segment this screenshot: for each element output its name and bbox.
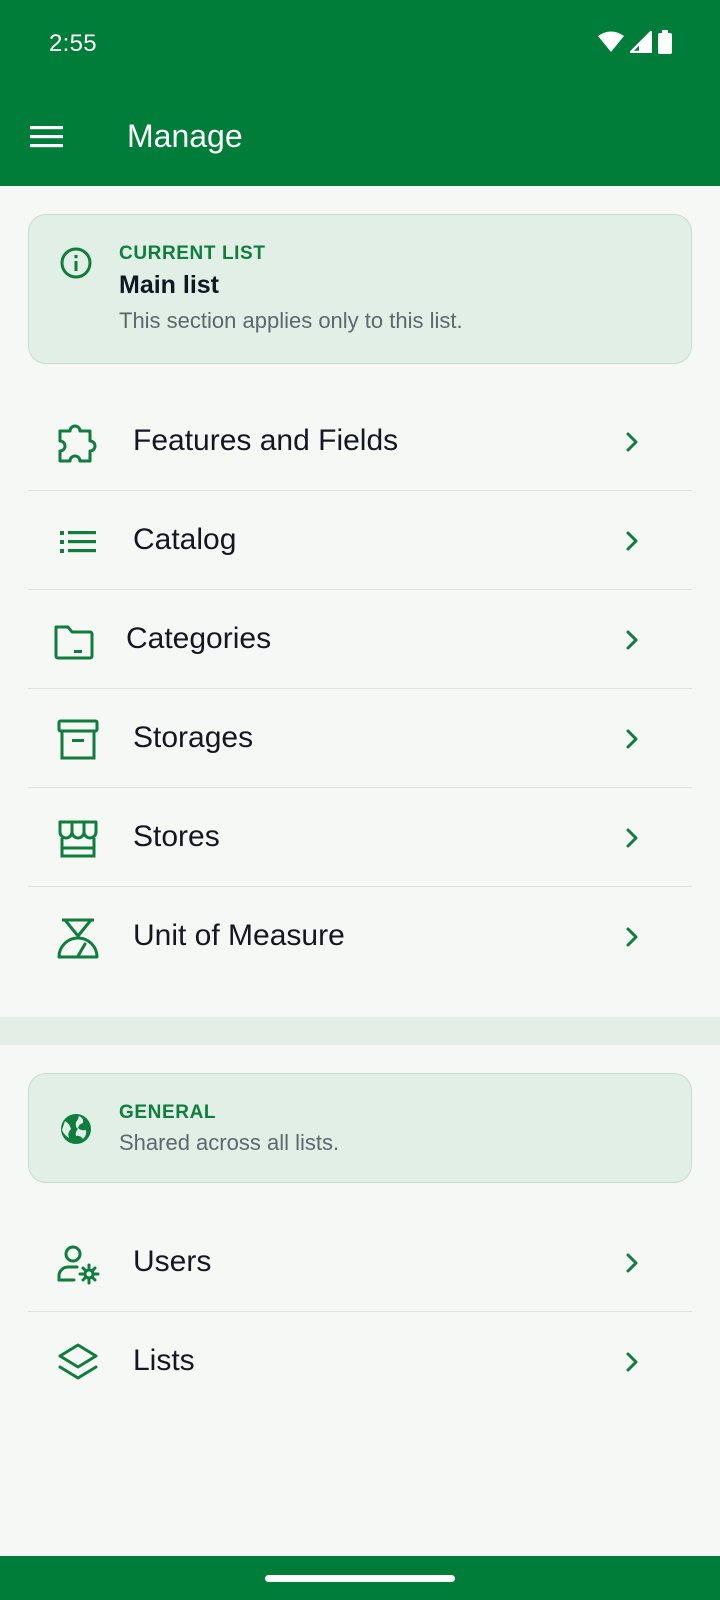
menu-item-label: Categories bbox=[126, 622, 272, 655]
puzzle-icon bbox=[58, 424, 97, 463]
store-icon bbox=[58, 820, 98, 858]
section-divider bbox=[0, 1017, 720, 1045]
layers-icon bbox=[58, 1343, 98, 1380]
scale-icon bbox=[57, 918, 99, 959]
card-eyebrow: GENERAL bbox=[119, 1102, 217, 1123]
menu-item-label: Catalog bbox=[133, 523, 237, 556]
menu-item-storages[interactable]: Storages bbox=[28, 689, 692, 788]
status-time: 2:55 bbox=[49, 30, 97, 57]
info-icon bbox=[60, 247, 92, 279]
menu-item-catalog[interactable]: Catalog bbox=[28, 491, 692, 590]
menu-item-stores[interactable]: Stores bbox=[28, 788, 692, 887]
system-navigation-bar bbox=[0, 1556, 720, 1600]
menu-item-unit-of-measure[interactable]: Unit of Measure bbox=[28, 887, 692, 986]
battery-icon bbox=[658, 30, 672, 54]
chevron-right-icon bbox=[626, 927, 638, 947]
menu-item-label: Stores bbox=[133, 820, 220, 853]
home-gesture-handle[interactable] bbox=[265, 1575, 455, 1582]
status-icons bbox=[598, 30, 672, 54]
wifi-icon bbox=[598, 31, 624, 52]
menu-item-label: Unit of Measure bbox=[133, 919, 345, 952]
menu-item-label: Storages bbox=[133, 721, 254, 754]
card-eyebrow: CURRENT LIST bbox=[119, 243, 266, 264]
menu-item-label: Features and Fields bbox=[133, 424, 399, 457]
menu-item-features-and-fields[interactable]: Features and Fields bbox=[28, 392, 692, 491]
chevron-right-icon bbox=[626, 531, 638, 551]
current-list-card: CURRENT LIST Main list This section appl… bbox=[28, 214, 692, 364]
card-subtitle: This section applies only to this list. bbox=[119, 308, 463, 333]
app-bar: Manage bbox=[0, 90, 720, 186]
menu-item-categories[interactable]: Categories bbox=[28, 590, 692, 689]
general-card: GENERAL Shared across all lists. bbox=[28, 1073, 692, 1183]
chevron-right-icon bbox=[626, 1253, 638, 1273]
list-icon bbox=[60, 531, 96, 553]
current-list-name: Main list bbox=[119, 271, 220, 299]
chevron-right-icon bbox=[626, 630, 638, 650]
menu-item-lists[interactable]: Lists bbox=[28, 1312, 692, 1411]
folder-icon bbox=[54, 625, 94, 660]
globe-icon bbox=[61, 1114, 91, 1144]
menu-button[interactable] bbox=[30, 120, 70, 156]
status-bar: 2:55 bbox=[0, 0, 720, 90]
user-settings-icon bbox=[57, 1245, 100, 1285]
chevron-right-icon bbox=[626, 1352, 638, 1372]
cell-signal-icon bbox=[630, 31, 652, 53]
archive-icon bbox=[57, 719, 99, 760]
chevron-right-icon bbox=[626, 828, 638, 848]
page-title: Manage bbox=[127, 118, 243, 154]
menu-item-label: Lists bbox=[133, 1344, 195, 1377]
chevron-right-icon bbox=[626, 729, 638, 749]
menu-item-label: Users bbox=[133, 1245, 212, 1278]
card-subtitle: Shared across all lists. bbox=[119, 1130, 340, 1155]
menu-icon bbox=[30, 126, 63, 148]
chevron-right-icon bbox=[626, 432, 638, 452]
menu-item-users[interactable]: Users bbox=[28, 1213, 692, 1312]
